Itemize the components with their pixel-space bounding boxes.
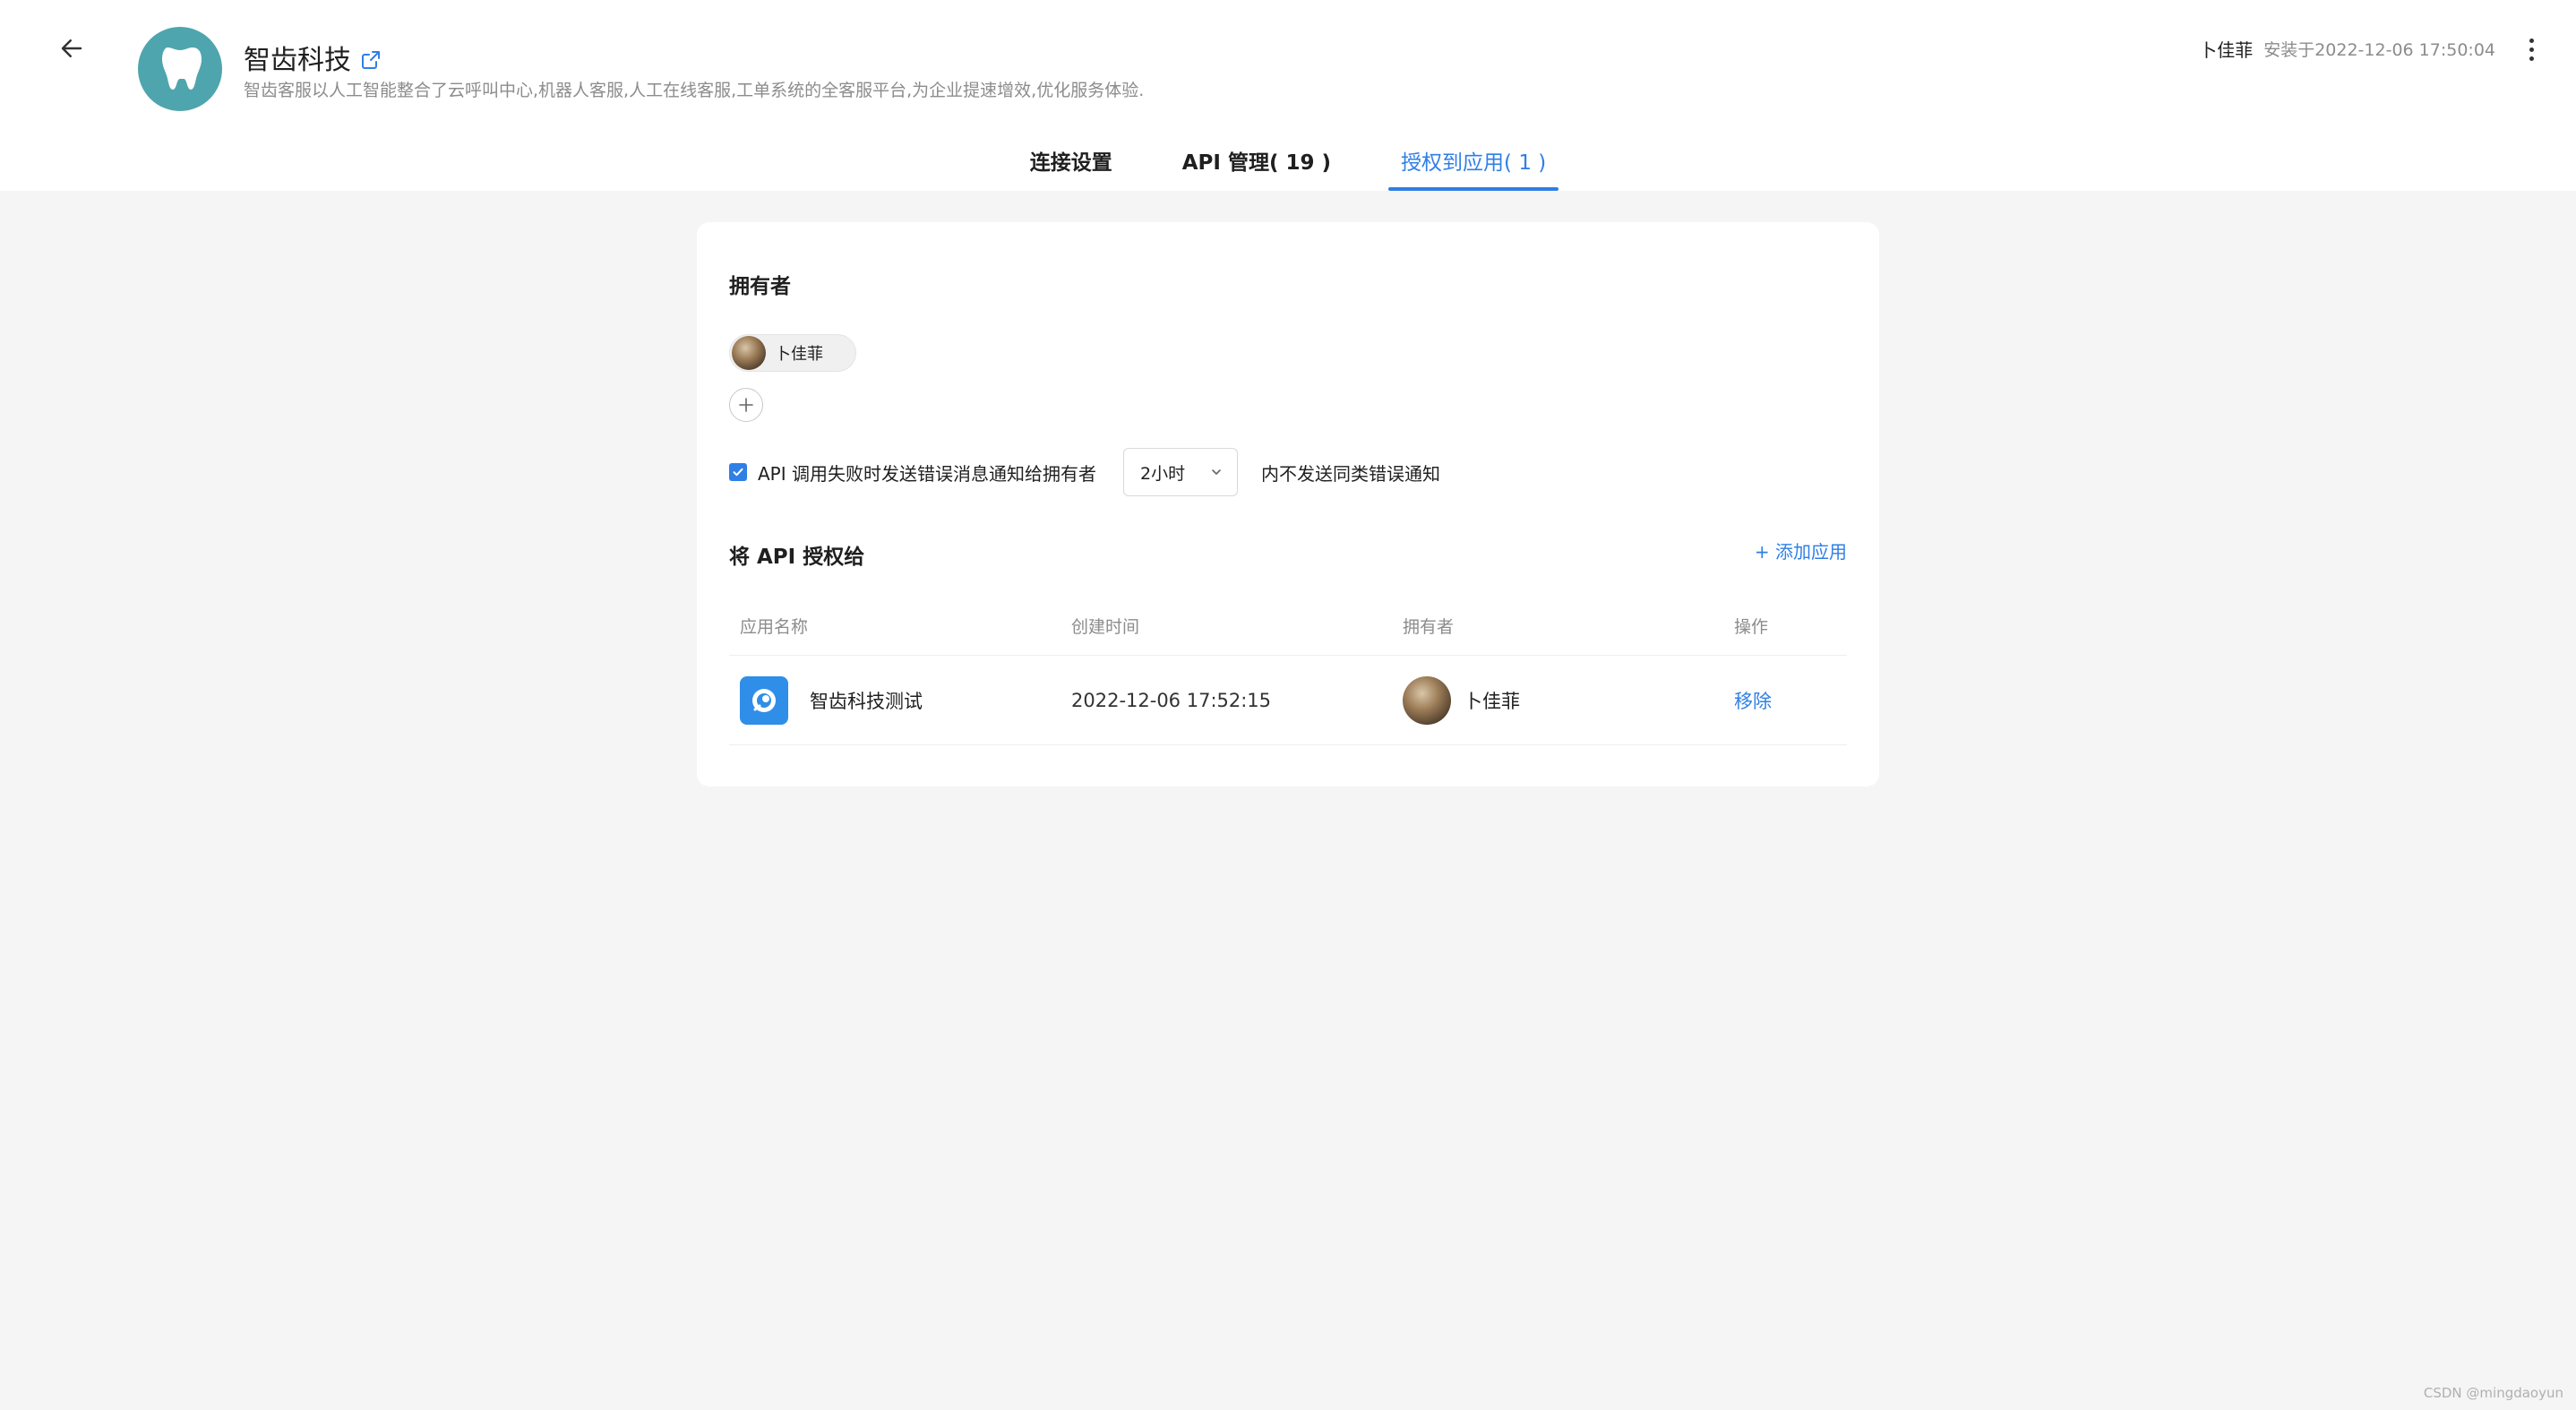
tab-connection-settings[interactable]: 连接设置 xyxy=(1018,134,1125,191)
back-arrow-icon[interactable] xyxy=(50,27,93,70)
interval-select[interactable]: 2小时 xyxy=(1123,448,1238,496)
owners-title: 拥有者 xyxy=(729,275,791,298)
column-header-action: 操作 xyxy=(1734,617,1769,637)
plus-icon xyxy=(739,398,753,412)
interval-value: 2小时 xyxy=(1140,463,1186,484)
owner-name: 卜佳菲 xyxy=(1464,690,1520,712)
authorized-apps-table: 应用名称 创建时间 拥有者 操作 智齿科技测试 2022-12-06 17:52… xyxy=(729,597,1847,745)
app-icon xyxy=(740,675,788,725)
tab-authorized-apps[interactable]: 授权到应用( 1 ) xyxy=(1388,134,1559,191)
watermark: CSDN @mingdaoyun xyxy=(2423,1385,2563,1401)
app-logo xyxy=(138,27,222,111)
notify-checkbox[interactable] xyxy=(729,463,747,481)
authorization-card: 拥有者 卜佳菲 API 调用失败时发送错误消息通知给拥有者 2小时 内不发送同类… xyxy=(697,222,1879,787)
app-title: 智齿科技 xyxy=(244,38,383,77)
tab-api-management[interactable]: API 管理( 19 ) xyxy=(1170,134,1344,191)
add-owner-button[interactable] xyxy=(729,388,763,422)
remove-button[interactable]: 移除 xyxy=(1734,691,1772,712)
column-header-created: 创建时间 xyxy=(1071,617,1140,637)
notification-setting: API 调用失败时发送错误消息通知给拥有者 2小时 内不发送同类错误通知 xyxy=(729,448,1440,496)
column-header-app-name: 应用名称 xyxy=(740,617,809,637)
add-app-button[interactable]: + 添加应用 xyxy=(1755,537,1847,563)
app-description: 智齿客服以人工智能整合了云呼叫中心,机器人客服,人工在线客服,工单系统的全客服平… xyxy=(244,81,1145,100)
chat-bubble-icon xyxy=(752,688,776,712)
external-link-icon[interactable] xyxy=(358,47,383,73)
avatar xyxy=(732,336,766,370)
install-meta: 卜佳菲 安装于2022-12-06 17:50:04 xyxy=(2199,36,2495,62)
table-row: 智齿科技测试 2022-12-06 17:52:15 卜佳菲 移除 xyxy=(729,656,1847,745)
notify-suffix: 内不发送同类错误通知 xyxy=(1261,462,1440,485)
installed-time: 安装于2022-12-06 17:50:04 xyxy=(2263,40,2495,60)
check-icon xyxy=(733,468,743,477)
more-vertical-icon[interactable] xyxy=(2520,34,2542,64)
tab-bar: 连接设置 API 管理( 19 ) 授权到应用( 1 ) xyxy=(0,134,2576,191)
notify-label: API 调用失败时发送错误消息通知给拥有者 xyxy=(758,462,1096,485)
authorize-title: 将 API 授权给 xyxy=(729,546,865,569)
avatar xyxy=(1403,675,1451,725)
table-header: 应用名称 创建时间 拥有者 操作 xyxy=(729,597,1847,656)
action-cell: 移除 xyxy=(1723,687,1847,714)
chevron-down-icon xyxy=(1212,469,1221,475)
owner-cell: 卜佳菲 xyxy=(1392,675,1723,725)
app-header: 智齿科技 智齿客服以人工智能整合了云呼叫中心,机器人客服,人工在线客服,工单系统… xyxy=(0,0,2576,191)
app-name: 智齿科技 xyxy=(244,45,351,76)
created-time: 2022-12-06 17:52:15 xyxy=(1071,689,1272,711)
installer-name: 卜佳菲 xyxy=(2199,39,2254,61)
column-header-owner: 拥有者 xyxy=(1403,617,1455,637)
owner-chip[interactable]: 卜佳菲 xyxy=(729,334,856,372)
app-name-cell: 智齿科技测试 xyxy=(729,675,1060,725)
app-name[interactable]: 智齿科技测试 xyxy=(810,687,923,714)
owner-chip-name: 卜佳菲 xyxy=(775,345,823,364)
tooth-icon xyxy=(162,47,202,90)
